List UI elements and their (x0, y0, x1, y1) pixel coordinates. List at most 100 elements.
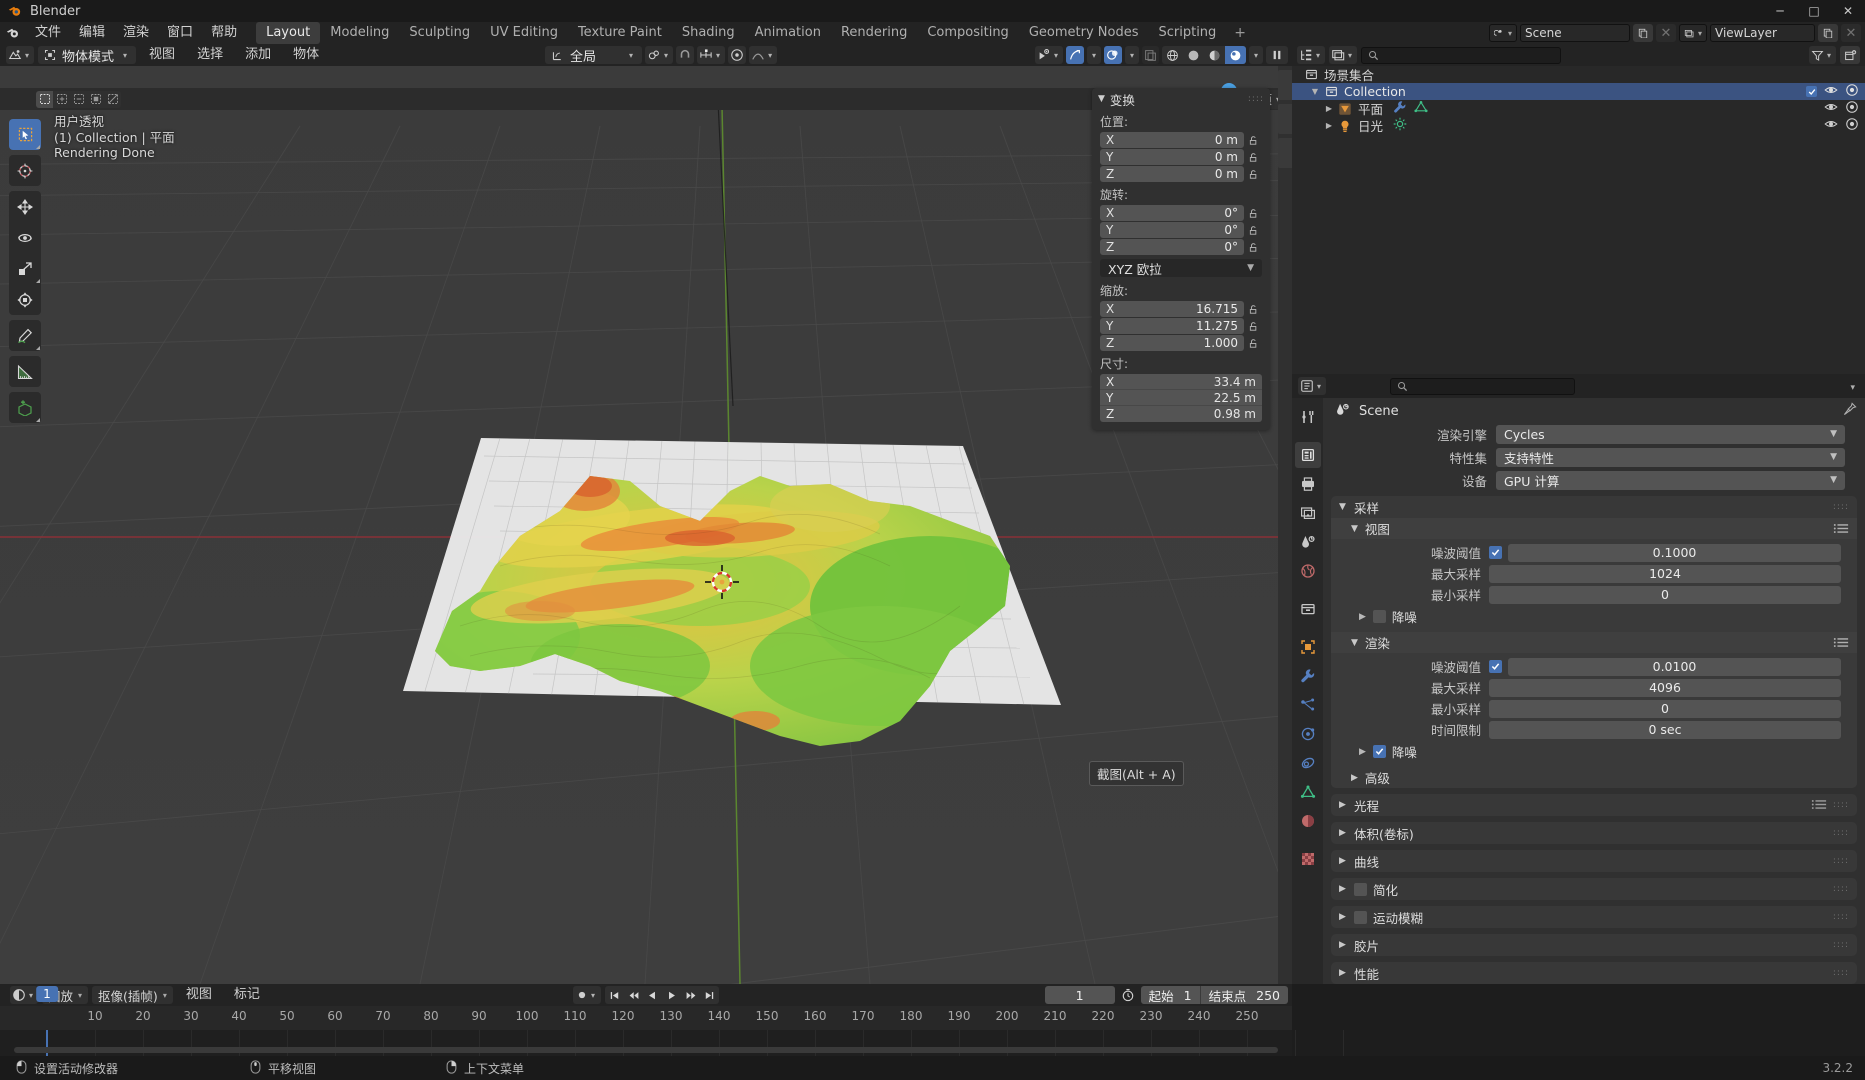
dimensions-x-field[interactable]: X 33.4 m (1100, 374, 1262, 390)
snap-pivot-dropdown[interactable]: ▾ (645, 46, 673, 64)
workspace-tab-rendering[interactable]: Rendering (831, 22, 917, 44)
shading-options-dropdown[interactable]: ▾ (1249, 46, 1263, 64)
blender-menu-icon[interactable] (0, 26, 26, 40)
properties-tab-modifier[interactable] (1295, 663, 1321, 689)
gizmo-toggle[interactable] (1066, 46, 1084, 64)
workspace-tab-sculpting[interactable]: Sculpting (399, 22, 480, 44)
viewport-noise-threshold-checkbox[interactable] (1489, 546, 1502, 559)
scale-x-lock-icon[interactable] (1244, 304, 1262, 315)
sampling-viewport-header[interactable]: ▼ 视图 (1331, 518, 1857, 539)
workspace-tab-scripting[interactable]: Scripting (1148, 22, 1226, 44)
menu-help[interactable]: 帮助 (202, 22, 246, 44)
collection-enable-checkbox[interactable] (1806, 86, 1817, 97)
preset-list-icon[interactable] (1833, 637, 1849, 648)
solid-shading-button[interactable] (1183, 46, 1204, 64)
jump-to-end-button[interactable] (700, 986, 719, 1004)
properties-search-input[interactable] (1390, 378, 1575, 395)
rendered-shading-button[interactable] (1225, 46, 1246, 64)
snap-target-dropdown[interactable]: ▾ (697, 46, 725, 64)
scale-y-lock-icon[interactable] (1244, 321, 1262, 332)
transform-panel-header[interactable]: ▼ 变换 :::: (1092, 88, 1270, 110)
film-panel[interactable]: ▶ 胶片 :::: (1331, 934, 1857, 956)
sun-light-icon[interactable] (1393, 117, 1407, 134)
rotation-x-field[interactable]: X 0° (1100, 205, 1244, 221)
properties-tab-object[interactable] (1295, 634, 1321, 660)
rotation-y-field[interactable]: Y 0° (1100, 222, 1244, 238)
render-min-samples-value[interactable]: 0 (1489, 700, 1841, 718)
overlays-options-dropdown[interactable]: ▾ (1125, 46, 1139, 64)
new-viewlayer-button[interactable] (1818, 24, 1838, 42)
rotation-z-field[interactable]: Z 0° (1100, 239, 1244, 255)
overlays-toggle[interactable] (1104, 46, 1122, 64)
plane-visibility-eye-icon[interactable] (1824, 100, 1838, 117)
wireframe-shading-button[interactable] (1162, 46, 1183, 64)
timeline-ruler[interactable]: 1102030405060708090100110120130140150160… (0, 1006, 1292, 1030)
transform-orientation-dropdown[interactable]: 全局 ▾ (545, 46, 642, 64)
frame-start-field[interactable]: 起始 1 (1141, 986, 1201, 1004)
workspace-tab-modeling[interactable]: Modeling (320, 22, 399, 44)
sampling-advanced-header[interactable]: ▶ 高级 (1331, 767, 1857, 788)
workspace-tab-shading[interactable]: Shading (672, 22, 745, 44)
viewport-noise-threshold-value[interactable]: 0.1000 (1508, 544, 1841, 562)
film-panel-header[interactable]: ▶ 胶片 :::: (1331, 934, 1857, 956)
simplify-checkbox[interactable] (1354, 883, 1367, 896)
viewport-min-samples-value[interactable]: 0 (1489, 586, 1841, 604)
collection-visibility-eye-icon[interactable] (1824, 83, 1838, 100)
simplify-panel[interactable]: ▶ 简化 :::: (1331, 878, 1857, 900)
transform-tool-button[interactable] (9, 284, 41, 315)
light-paths-panel[interactable]: ▶ 光程 :::: (1331, 794, 1857, 816)
volumes-panel[interactable]: ▶ 体积(卷标) :::: (1331, 822, 1857, 844)
add-cube-tool-button[interactable] (9, 392, 41, 423)
properties-tab-texture[interactable] (1295, 846, 1321, 872)
render-max-samples-value[interactable]: 4096 (1489, 679, 1841, 697)
add-workspace-button[interactable]: + (1226, 25, 1254, 41)
visibility-dropdown[interactable]: ▾ (1035, 46, 1063, 64)
properties-tab-data[interactable] (1295, 779, 1321, 805)
sampling-panel-header[interactable]: ▼ 采样 :::: (1331, 496, 1857, 518)
gizmo-options-dropdown[interactable]: ▾ (1087, 46, 1101, 64)
outliner-row-collection[interactable]: ▼ Collection (1292, 83, 1865, 100)
viewlayer-name-field[interactable]: ViewLayer (1710, 24, 1815, 42)
maximize-button[interactable]: □ (1797, 0, 1831, 22)
properties-tab-collection[interactable] (1295, 596, 1321, 622)
workspace-tab-layout[interactable]: Layout (256, 22, 320, 44)
motion-blur-panel[interactable]: ▶ 运动模糊 :::: (1331, 906, 1857, 928)
minimize-button[interactable]: ─ (1763, 0, 1797, 22)
dimensions-z-field[interactable]: Z 0.98 m (1100, 406, 1262, 422)
timeline-editor-type-button[interactable]: ▾ (10, 986, 38, 1004)
properties-tab-material[interactable] (1295, 808, 1321, 834)
sun-render-camera-icon[interactable] (1845, 117, 1859, 134)
editor-type-button[interactable]: ▾ (6, 46, 34, 64)
properties-editor[interactable]: ▾ ▾ (1292, 374, 1865, 984)
rotate-tool-button[interactable] (9, 222, 41, 253)
tweak-select-tool-button[interactable] (9, 119, 41, 150)
location-y-field[interactable]: Y 0 m (1100, 149, 1244, 165)
shading-mode-segment[interactable] (1162, 46, 1246, 64)
render-denoise-checkbox[interactable] (1373, 745, 1386, 758)
collection-render-camera-icon[interactable] (1845, 83, 1859, 100)
location-z-lock-icon[interactable] (1244, 169, 1262, 180)
location-x-lock-icon[interactable] (1244, 135, 1262, 146)
rotation-z-lock-icon[interactable] (1244, 242, 1262, 253)
select-invert-mode-button[interactable] (87, 91, 104, 108)
scale-tool-button[interactable] (9, 253, 41, 284)
performance-panel[interactable]: ▶ 性能 :::: (1331, 962, 1857, 984)
workspace-tab-compositing[interactable]: Compositing (917, 22, 1019, 44)
jump-to-next-keyframe-button[interactable] (681, 986, 700, 1004)
menu-edit[interactable]: 编辑 (70, 22, 114, 44)
sidebar-tab-tool[interactable] (1278, 104, 1292, 134)
outliner-editor[interactable]: ▾ ▾ ▾ (1292, 44, 1865, 374)
menu-render[interactable]: 渲染 (114, 22, 158, 44)
preset-list-icon[interactable] (1811, 798, 1827, 813)
auto-keying-toggle[interactable]: ▾ (573, 986, 601, 1004)
viewport-menu-object[interactable]: 物体 (284, 44, 328, 66)
cursor-tool-button[interactable] (9, 155, 41, 186)
modifier-wrench-icon[interactable] (1393, 100, 1407, 117)
use-preview-range-icon[interactable] (1121, 988, 1135, 1002)
render-noise-threshold-value[interactable]: 0.0100 (1508, 658, 1841, 676)
menu-file[interactable]: 文件 (26, 22, 70, 44)
location-x-field[interactable]: X 0 m (1100, 132, 1244, 148)
falloff-dropdown[interactable]: ▾ (749, 46, 777, 64)
viewport-max-samples-value[interactable]: 1024 (1489, 565, 1841, 583)
select-difference-mode-button[interactable] (104, 91, 121, 108)
